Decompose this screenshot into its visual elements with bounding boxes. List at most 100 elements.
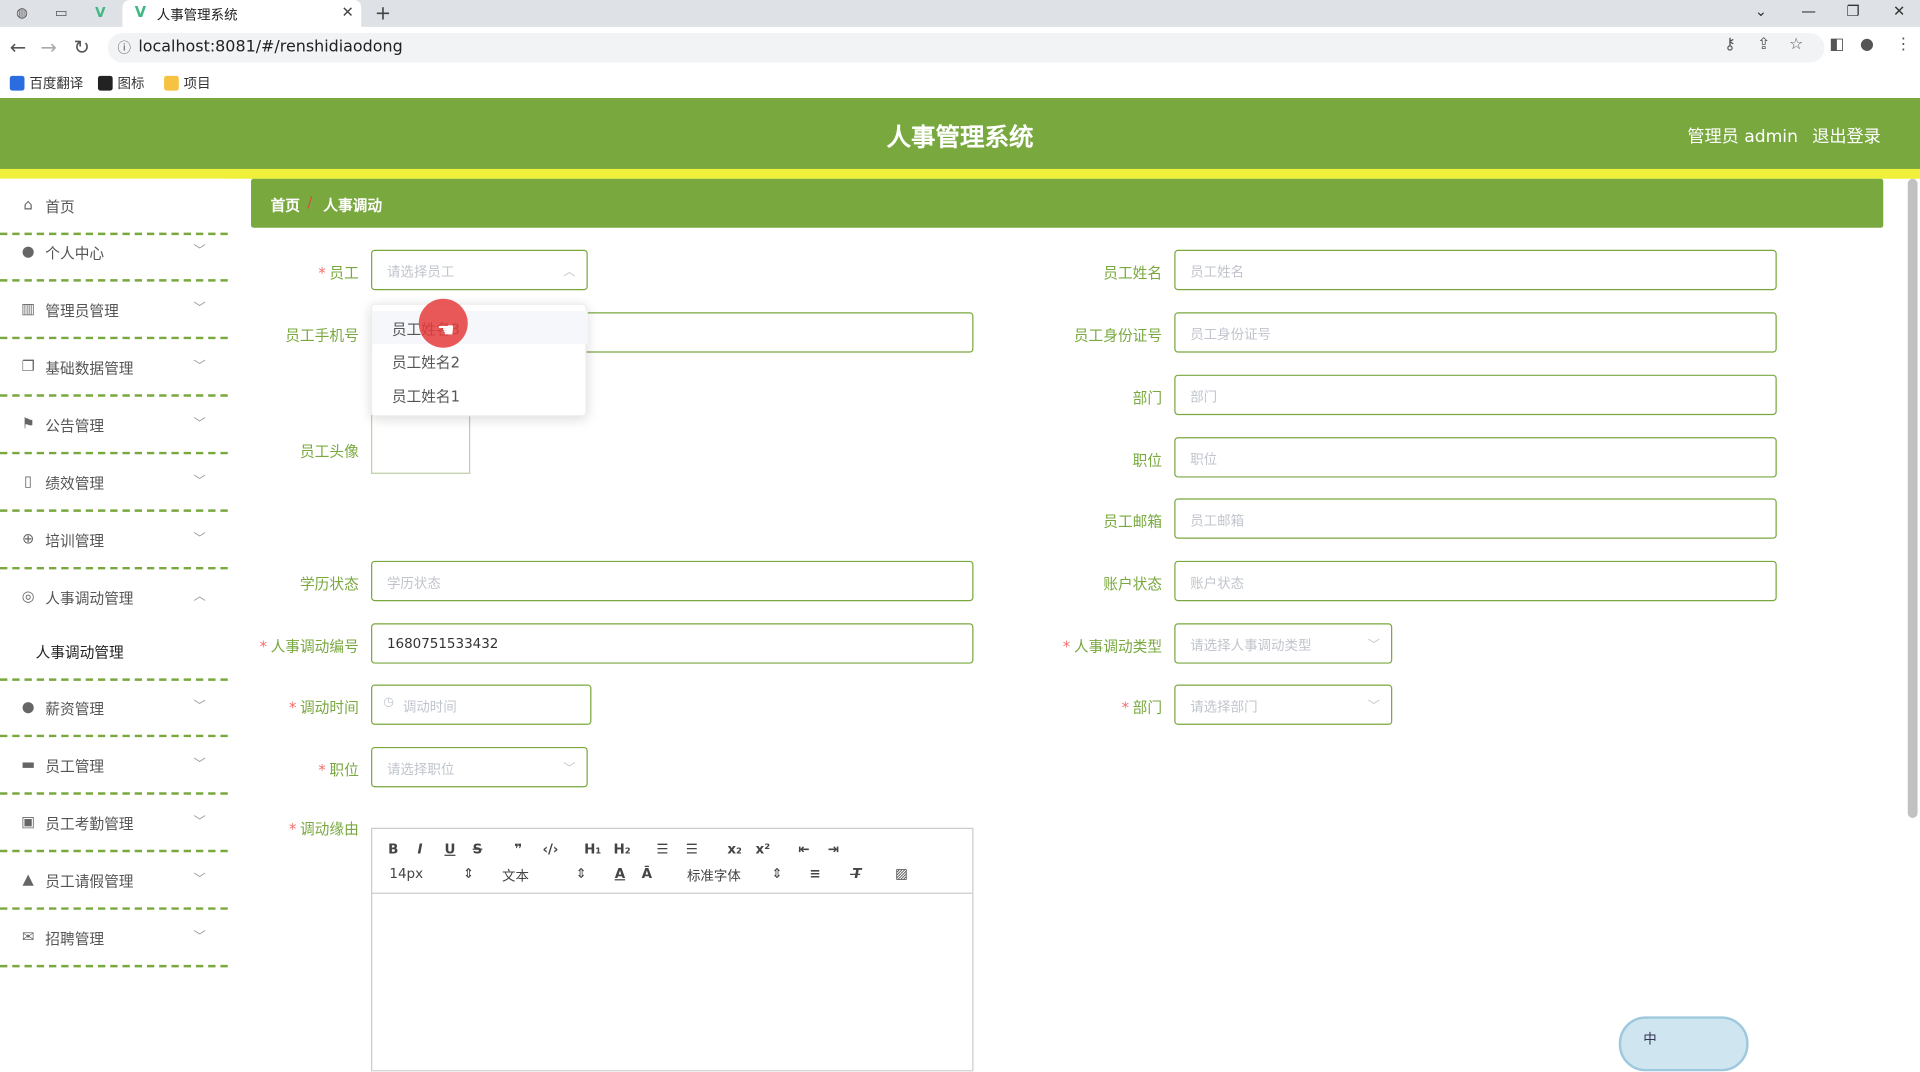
tab-search-icon[interactable]: ⌄ xyxy=(1755,2,1767,19)
outdent-icon[interactable]: ⇤ xyxy=(798,841,809,857)
copy-icon: ❐ xyxy=(21,357,35,375)
superscript-icon[interactable]: x² xyxy=(756,841,771,857)
globe-icon[interactable]: ◍ xyxy=(12,4,32,24)
breadcrumb-home[interactable]: 首页 xyxy=(271,195,300,216)
tab-close-icon[interactable]: ✕ xyxy=(342,4,354,21)
placeholder: 员工姓名 xyxy=(1190,264,1245,281)
sidebar-item-performance[interactable]: ▯ 绩效管理 ﹀ xyxy=(0,456,228,512)
chevron-up-icon: ︿ xyxy=(193,590,206,604)
app-header: 人事管理系统 管理员 admin 退出登录 xyxy=(0,97,1920,169)
sidebar-item-employee[interactable]: ▬ 员工管理 ﹀ xyxy=(0,738,228,795)
subscript-icon[interactable]: x₂ xyxy=(727,841,742,857)
sidebar-item-training[interactable]: ⊕ 培训管理 ﹀ xyxy=(0,513,228,570)
h2-icon[interactable]: H₂ xyxy=(613,841,630,857)
url-field[interactable]: ⓘ localhost:8081/#/renshidiaodong xyxy=(107,33,1825,63)
key-icon[interactable]: ⚷ xyxy=(1724,36,1736,54)
chevron-up-icon: ︿ xyxy=(563,265,576,280)
transfer-time-picker[interactable]: ◷ 调动时间 xyxy=(371,684,592,725)
reason-label: * 调动缘由 xyxy=(224,818,359,839)
clear-format-icon[interactable]: T̶ xyxy=(852,866,861,882)
label-text: 员工手机号 xyxy=(285,326,359,345)
breadcrumb: 首页 / 人事调动 xyxy=(251,178,1884,228)
maximize-button[interactable]: ❐ xyxy=(1847,2,1860,19)
strike-icon[interactable]: S xyxy=(473,841,483,857)
font-color-icon[interactable]: A xyxy=(615,866,625,882)
account-status-input[interactable]: 账户状态 xyxy=(1174,560,1777,602)
required-mark: * xyxy=(1062,637,1071,656)
star-icon[interactable]: ☆ xyxy=(1789,36,1803,54)
tab-blank-icon[interactable]: ▭ xyxy=(51,4,71,24)
sidebar-item-leave[interactable]: ▲ 员工请假管理 ﹀ xyxy=(0,853,228,910)
sidepanel-icon[interactable]: ◧ xyxy=(1829,36,1844,54)
align-icon[interactable]: ≡ xyxy=(809,866,820,882)
active-tab[interactable]: V 人事管理系统 ✕ xyxy=(122,0,362,27)
font-size-select[interactable]: 14px xyxy=(389,866,423,882)
vue-tab-icon[interactable]: V xyxy=(91,4,111,24)
background-color-icon[interactable]: Ā xyxy=(642,866,652,882)
dropdown-option[interactable]: 员工姓名2 xyxy=(372,344,588,377)
sidebar-item-attendance[interactable]: ▣ 员工考勤管理 ﹀ xyxy=(0,796,228,853)
phone-label: 员工手机号 xyxy=(224,324,359,345)
education-input[interactable]: 学历状态 xyxy=(371,560,974,602)
dept-input[interactable]: 部门 xyxy=(1174,374,1777,416)
label-text: 账户状态 xyxy=(1103,575,1163,593)
sidebar-item-notice[interactable]: ⚑ 公告管理 ﹀ xyxy=(0,398,228,455)
dropdown-option[interactable]: 员工姓名3 xyxy=(372,311,588,345)
sidebar-item-transfer[interactable]: ◎ 人事调动管理 ︿ xyxy=(0,571,228,627)
sidebar-item-recruit[interactable]: ✉ 招聘管理 ﹀ xyxy=(0,911,228,968)
chevron-down-icon: ﹀ xyxy=(193,360,206,374)
sidebar-item-admin[interactable]: ▥ 管理员管理 ﹀ xyxy=(0,283,228,340)
share-icon[interactable]: ⇪ xyxy=(1757,36,1770,54)
bookmarks-bar: 百度翻译 图标 项目 xyxy=(0,68,1920,98)
minimize-button[interactable]: — xyxy=(1801,2,1816,19)
indent-icon[interactable]: ⇥ xyxy=(828,841,839,857)
sidebar-item-label: 培训管理 xyxy=(45,532,105,550)
image-icon[interactable]: ▨ xyxy=(895,866,908,882)
header-accent-line xyxy=(0,168,1920,179)
dropdown-option[interactable]: 员工姓名1 xyxy=(372,378,588,411)
ime-widget[interactable]: 中 xyxy=(1618,1016,1749,1072)
employee-select[interactable]: 请选择员工 ︿ xyxy=(371,249,588,291)
email-input[interactable]: 员工邮箱 xyxy=(1174,498,1777,539)
back-icon[interactable]: ← xyxy=(10,36,26,59)
transfer-type-select[interactable]: 请选择人事调动类型 ﹀ xyxy=(1174,623,1393,664)
reload-icon[interactable]: ↻ xyxy=(73,36,89,59)
sidebar-item-salary[interactable]: ● 薪资管理 ﹀ xyxy=(0,681,228,738)
idcard-input[interactable]: 员工身份证号 xyxy=(1174,312,1777,353)
info-icon[interactable]: ⓘ xyxy=(118,38,131,58)
logout-button[interactable]: 退出登录 xyxy=(1812,124,1881,148)
dept-select[interactable]: 请选择部门 ﹀ xyxy=(1174,684,1393,725)
quote-icon[interactable]: ❞ xyxy=(514,841,522,857)
employee-name-input[interactable]: 员工姓名 xyxy=(1174,249,1777,291)
job-input[interactable]: 职位 xyxy=(1174,437,1777,478)
header-select[interactable]: 文本 xyxy=(502,866,529,886)
select-arrows-icon: ⇕ xyxy=(575,865,587,882)
pin-icon: ● xyxy=(21,697,35,716)
sidebar-item-basedata[interactable]: ❐ 基础数据管理 ﹀ xyxy=(0,340,228,397)
reason-editor[interactable]: B I U S ❞ ‹/› H₁ H₂ ☰ ☰ x₂ x² ⇤ ⇥ 14px ⇕… xyxy=(371,827,974,1072)
new-tab-button[interactable]: + xyxy=(375,1,391,24)
sidebar-item-label: 首页 xyxy=(45,198,75,216)
bookmark-icons[interactable]: 图标 xyxy=(97,73,144,93)
close-window-button[interactable]: ✕ xyxy=(1893,2,1905,19)
menu-icon[interactable]: ⋮ xyxy=(1896,36,1912,54)
h1-icon[interactable]: H₁ xyxy=(584,841,601,857)
bookmark-baidu-translate[interactable]: 百度翻译 xyxy=(9,73,83,93)
bullet-list-icon[interactable]: ☰ xyxy=(686,841,698,857)
underline-icon[interactable]: U xyxy=(444,841,455,857)
sidebar-item-label: 薪资管理 xyxy=(45,700,105,718)
page-scrollbar[interactable] xyxy=(1907,178,1918,818)
ordered-list-icon[interactable]: ☰ xyxy=(656,841,668,857)
italic-icon[interactable]: I xyxy=(418,841,423,857)
code-icon[interactable]: ‹/› xyxy=(542,841,558,857)
bookmark-project[interactable]: 项目 xyxy=(164,73,211,93)
forward-icon[interactable]: → xyxy=(40,36,56,59)
position-select[interactable]: 请选择职位 ﹀ xyxy=(371,746,588,788)
avatar-upload[interactable] xyxy=(371,415,471,474)
sidebar-subitem-transfer[interactable]: 人事调动管理 xyxy=(0,627,228,681)
font-family-select[interactable]: 标准字体 xyxy=(687,866,741,886)
bold-icon[interactable]: B xyxy=(388,841,398,857)
transfer-code-input[interactable]: 1680751533432 xyxy=(371,623,974,664)
sidebar-item-profile[interactable]: ● 个人中心 ﹀ xyxy=(0,225,228,282)
profile-icon[interactable]: ● xyxy=(1860,36,1874,54)
